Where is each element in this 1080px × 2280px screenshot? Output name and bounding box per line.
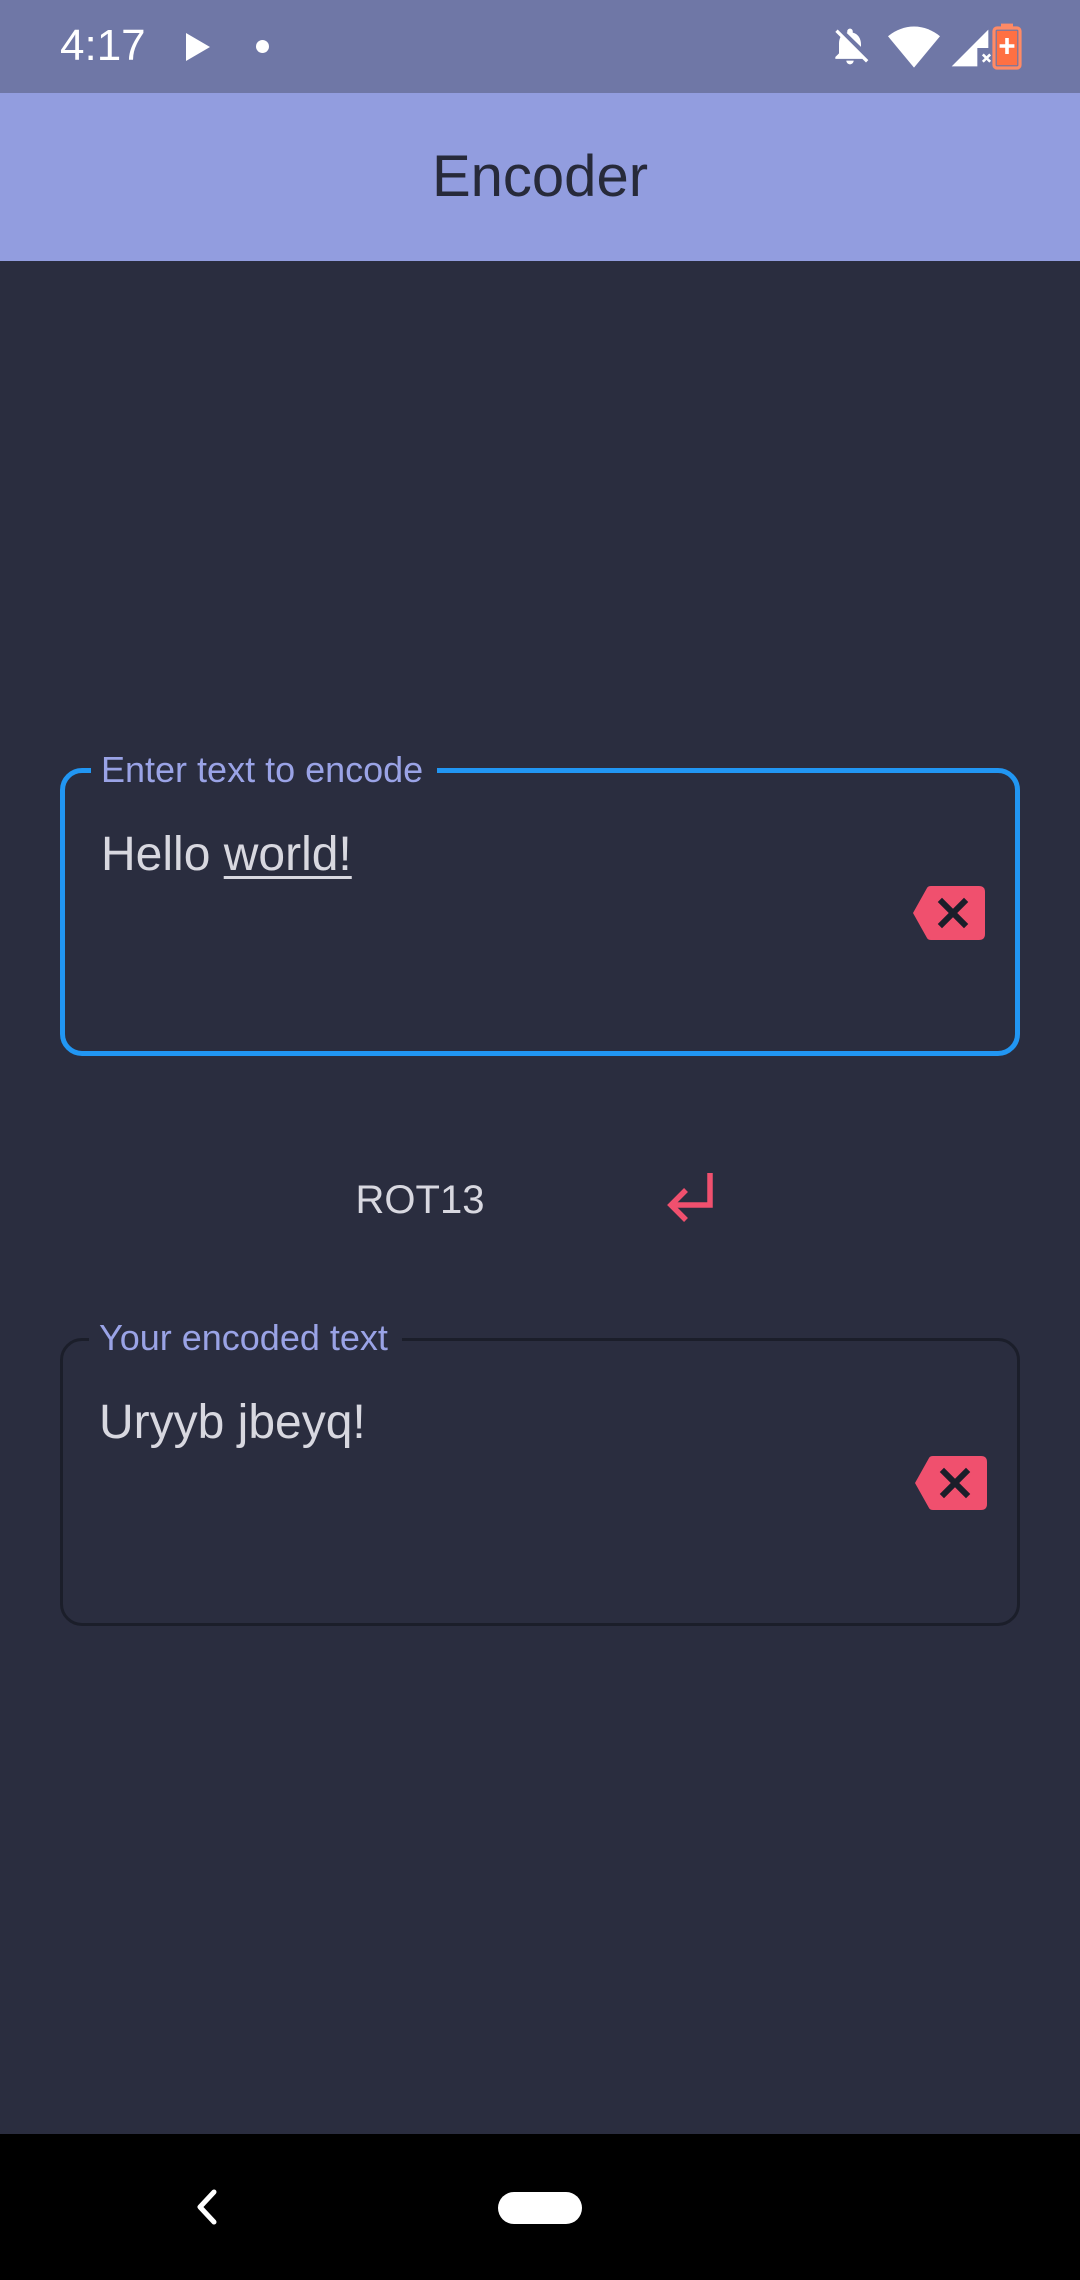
input-value-plain: Hello [101, 828, 224, 881]
back-icon[interactable] [188, 2184, 228, 2230]
enter-return-arrow-icon[interactable] [660, 1165, 726, 1231]
app-title: Encoder [431, 144, 649, 209]
notifications-off-icon [835, 28, 869, 65]
backspace-clear-icon[interactable] [915, 1456, 987, 1510]
backspace-clear-icon[interactable] [913, 886, 985, 940]
input-field-label: Enter text to encode [91, 747, 438, 793]
input-value-underlined: world! [223, 828, 352, 881]
encoder-screen: 4:17 Encoder Enter text to encode Hello … [0, 0, 1080, 2280]
output-text-field[interactable]: Your encoded text Uryyb jbeyq! [60, 1315, 1020, 1626]
output-field-value[interactable]: Uryyb jbeyq! [99, 1393, 366, 1453]
output-field-label: Your encoded text [89, 1315, 402, 1361]
status-time: 4:17 [60, 21, 146, 70]
battery-charging-icon [992, 23, 1022, 70]
notification-dot-icon [256, 40, 269, 53]
cipher-selector[interactable]: ROT13 [300, 1170, 540, 1230]
status-bar: 4:17 [0, 0, 1080, 93]
input-field-value[interactable]: Hello world! [101, 825, 352, 885]
home-pill-icon[interactable] [498, 2192, 582, 2224]
cellular-signal-icon [951, 29, 992, 67]
navigation-bar [0, 2134, 1080, 2280]
play-icon [186, 33, 210, 61]
app-bar: Encoder [0, 93, 1080, 261]
wifi-icon [888, 26, 940, 68]
input-text-field[interactable]: Enter text to encode Hello world! [60, 747, 1020, 1056]
